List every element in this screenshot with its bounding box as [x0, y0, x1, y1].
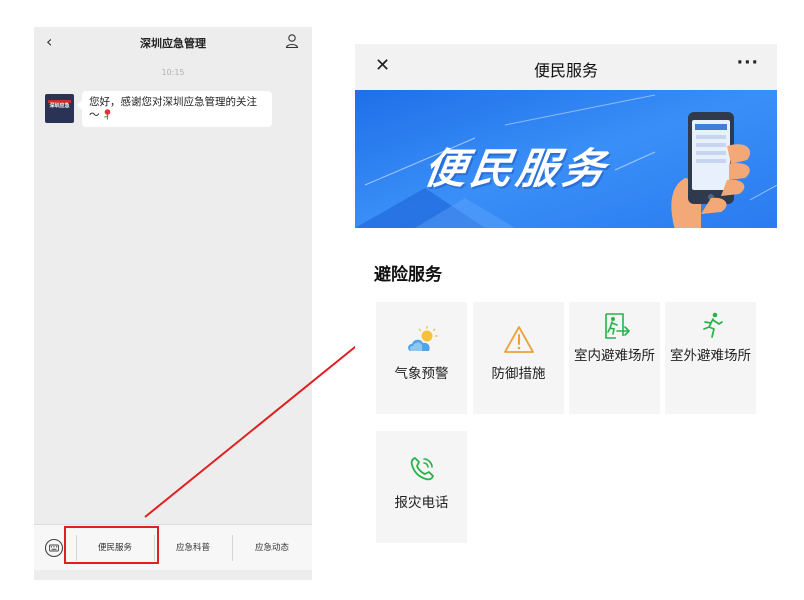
- tile-label: 室外避难场所: [670, 348, 751, 364]
- banner-title: 便民服务: [421, 144, 613, 193]
- outdoor-shelter-icon: [665, 310, 756, 342]
- avatar-logo-text: 深圳应急: [49, 103, 70, 109]
- tile-disaster-hotline[interactable]: 报灾电话: [376, 431, 467, 543]
- section-title: 避险服务: [374, 265, 442, 285]
- keyboard-icon[interactable]: [44, 538, 64, 558]
- message-timestamp: 10:15: [161, 68, 185, 77]
- person-icon[interactable]: [284, 33, 300, 49]
- tile-indoor-shelter[interactable]: 室内避难场所: [569, 302, 660, 414]
- indoor-shelter-icon: [569, 310, 660, 342]
- tile-weather-warning[interactable]: 气象预警: [376, 302, 467, 414]
- message-bubble: 您好，感谢您对深圳应急管理的关注～: [77, 91, 272, 127]
- weather-icon: [376, 324, 467, 356]
- chat-title: 深圳应急管理: [140, 37, 206, 50]
- service-screen: ✕ 便民服务 ··· 便民服务 避险服务 气象预警 防御措施 室内避难场所 室外…: [355, 44, 777, 578]
- more-icon[interactable]: ···: [737, 53, 759, 73]
- tile-label: 气象预警: [394, 366, 449, 382]
- chat-header: ‹ 深圳应急管理: [34, 27, 312, 61]
- phone-icon: [376, 453, 467, 485]
- avatar[interactable]: 深圳应急: [45, 94, 74, 123]
- tile-label: 报灾电话: [394, 495, 449, 511]
- service-banner[interactable]: 便民服务: [355, 90, 777, 228]
- bubble-tail: [77, 100, 82, 110]
- chat-screen: ‹ 深圳应急管理 10:15 深圳应急 您好，感谢您对深圳应急管理的关注～ 便民…: [34, 27, 312, 580]
- tile-label: 防御措施: [491, 366, 546, 382]
- message-text: 您好，感谢您对深圳应急管理的关注～: [89, 96, 257, 121]
- tile-outdoor-shelter[interactable]: 室外避难场所: [665, 302, 756, 414]
- rose-emoji-icon: [103, 109, 111, 120]
- menu-item-science[interactable]: 应急科普: [154, 541, 232, 553]
- page-title: 便民服务: [533, 61, 598, 80]
- service-header: ✕ 便民服务 ···: [355, 44, 777, 90]
- menu-item-news[interactable]: 应急动态: [232, 541, 312, 553]
- warning-icon: [473, 324, 564, 356]
- tile-label: 室内避难场所: [574, 348, 655, 364]
- highlight-box: [64, 526, 159, 564]
- tile-defense-measures[interactable]: 防御措施: [473, 302, 564, 414]
